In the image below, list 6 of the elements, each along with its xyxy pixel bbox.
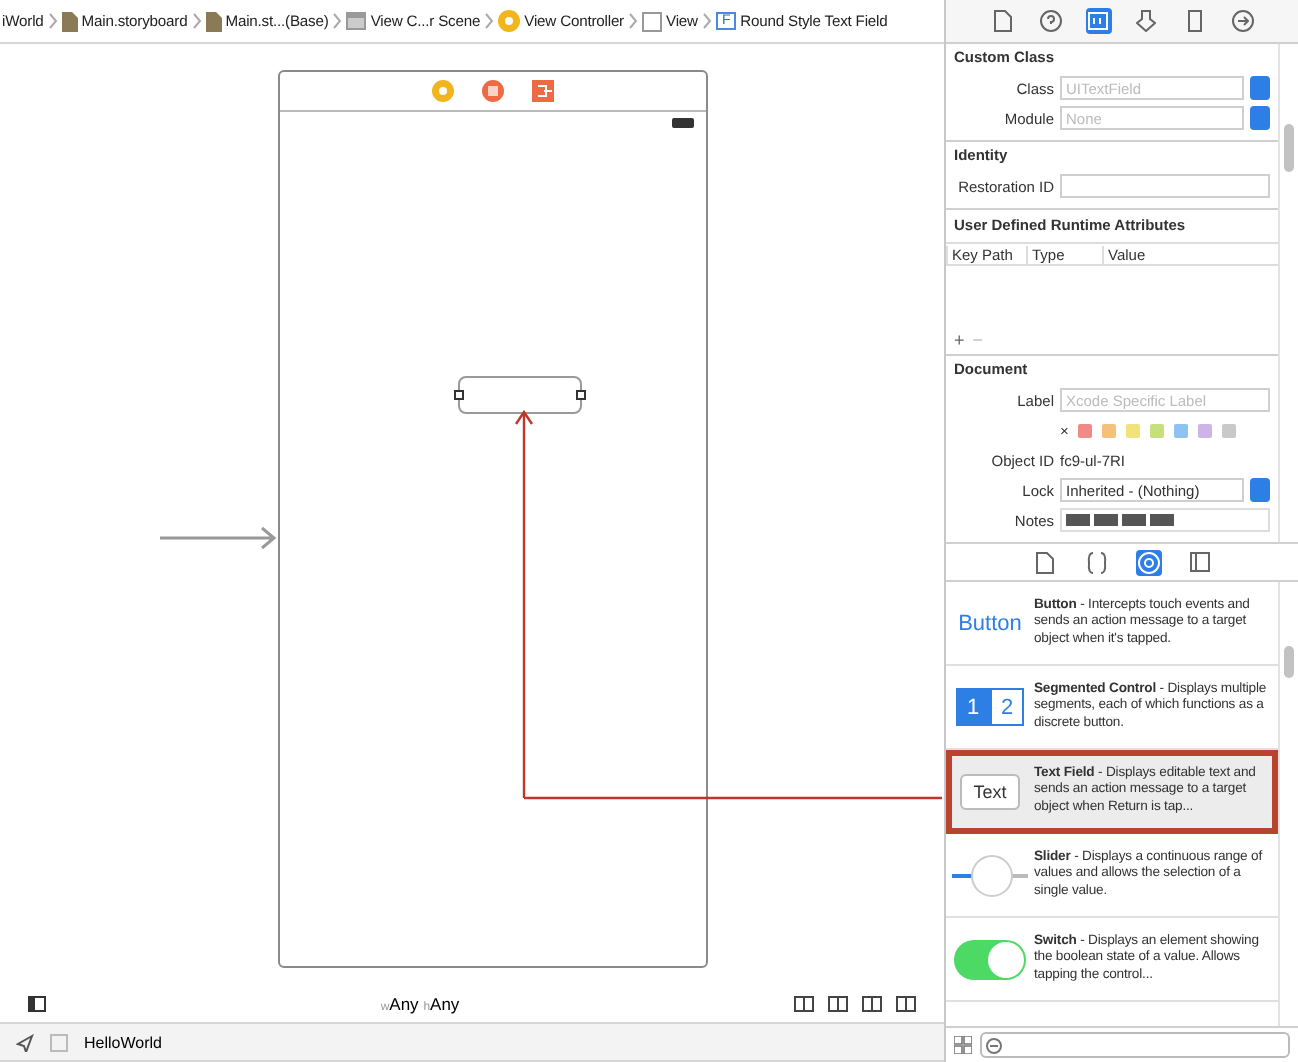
segment-preview: 1 — [956, 688, 990, 726]
button-preview: Button — [958, 611, 1022, 635]
add-button[interactable]: + — [954, 330, 965, 350]
text-field-preview: Text — [959, 773, 1021, 809]
segment-preview: 2 — [990, 688, 1024, 726]
target-label[interactable]: HelloWorld — [84, 1033, 162, 1051]
